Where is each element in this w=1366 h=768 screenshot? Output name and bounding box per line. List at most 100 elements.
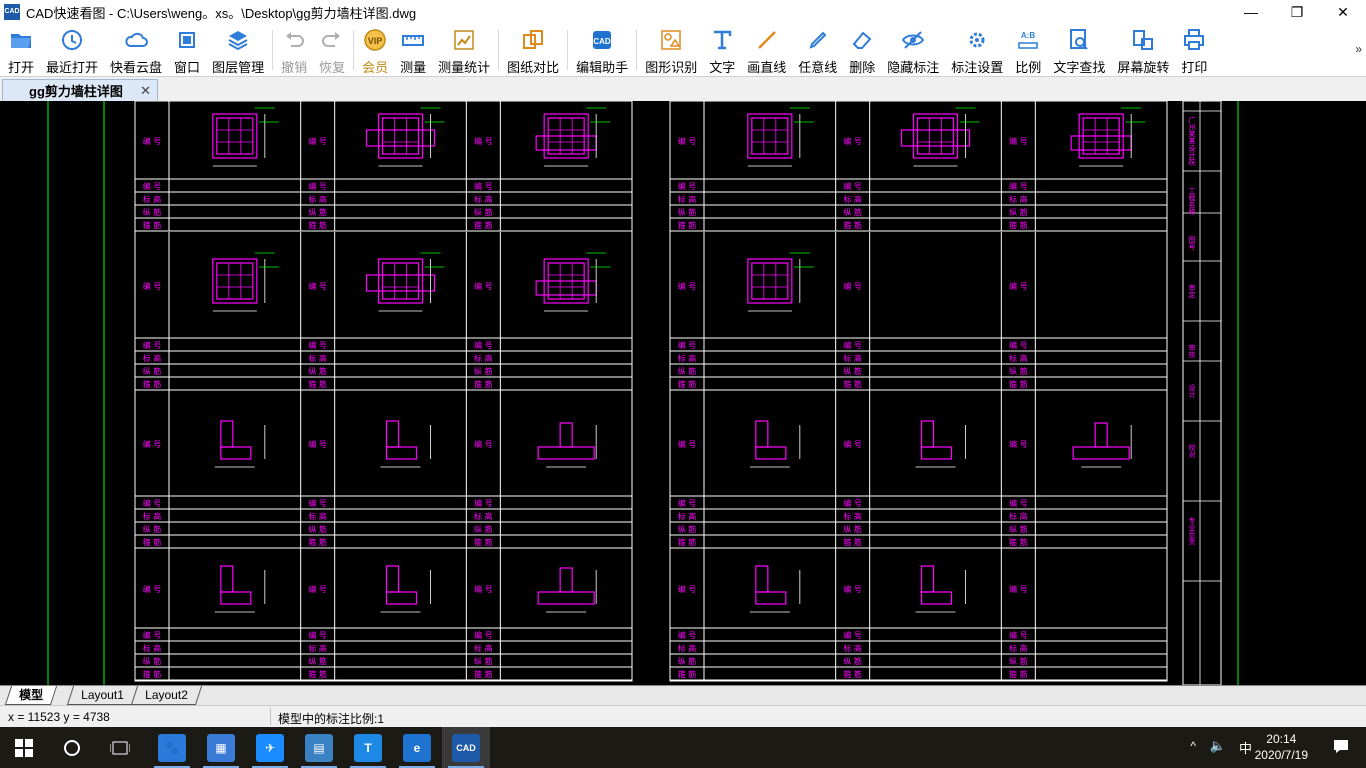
clock-date: 2020/7/19	[1254, 748, 1308, 762]
column-section-drawing	[749, 565, 801, 613]
toolbar-label: 打印	[1181, 60, 1208, 75]
toolbar-button-14[interactable]: 文字	[703, 24, 741, 75]
column-section-drawing	[915, 420, 966, 468]
toolbar-button-2[interactable]: 最近打开	[40, 24, 104, 75]
toolbar-button-20[interactable]: A:B 比例	[1009, 24, 1047, 75]
task-view-button[interactable]	[96, 727, 144, 768]
document-tab[interactable]: gg剪力墙柱详图 ✕	[2, 79, 158, 101]
toolbar-button-5[interactable]: 图层管理	[206, 24, 270, 75]
toolbar-button-17[interactable]: 删除	[843, 24, 881, 75]
cursor-coordinates: x = 11523 y = 4738	[8, 710, 110, 724]
row-header: 标 高	[474, 511, 493, 521]
notification-center-button[interactable]	[1332, 737, 1350, 758]
baidu-netdisk-app-icon: 🐾	[158, 733, 186, 762]
toolbar-button-16[interactable]: 任意线	[792, 24, 843, 75]
toolbar-button-11[interactable]: 图纸对比	[501, 24, 565, 75]
office-assistant-app[interactable]: ▤	[295, 727, 343, 768]
minimize-button[interactable]: —	[1228, 0, 1274, 24]
toolbar-button-9[interactable]: 测量	[394, 24, 432, 75]
document-tab-label: gg剪力墙柱详图	[29, 84, 123, 99]
toolbar-label: 测量	[400, 60, 427, 75]
volume-icon[interactable]: 🔈	[1210, 738, 1226, 754]
toolbar-button-22[interactable]: 屏幕旋转	[1111, 24, 1175, 75]
row-header: 箍 筋	[474, 379, 493, 389]
rebar-outline	[1072, 446, 1130, 460]
edge-browser-app[interactable]: e	[393, 727, 441, 768]
toolbar-button-1[interactable]: 打开	[2, 24, 40, 75]
rebar-outline	[377, 258, 424, 304]
toolbar-separator	[272, 30, 274, 70]
ime-indicator[interactable]: 中	[1239, 738, 1252, 757]
toolbar-button-8[interactable]: VIP 会员	[356, 24, 394, 75]
column-section-drawing	[535, 252, 611, 312]
title-block-text: 图号	[1188, 236, 1196, 251]
status-bar: x = 11523 y = 4738 模型中的标注比例:1	[0, 705, 1366, 727]
rebar-outline	[755, 565, 769, 593]
baidu-netdisk-app[interactable]: 🐾	[148, 727, 196, 768]
shape-recognize-icon	[658, 27, 684, 53]
toolbar-button-13[interactable]: 图形识别	[639, 24, 703, 75]
row-header: 标 高	[308, 643, 327, 653]
row-header: 编 号	[1009, 340, 1028, 350]
tray-chevron-icon[interactable]: ^	[1190, 739, 1196, 753]
computer-manager-app[interactable]: ▦	[197, 727, 245, 768]
toolbar-button-21[interactable]: 文字查找	[1047, 24, 1111, 75]
toolbar-label: 编辑助手	[576, 60, 629, 75]
cad-viewer-app[interactable]: CAD	[442, 727, 490, 768]
clock[interactable]: 20:14 2020/7/19	[1255, 731, 1308, 763]
rebar-outline	[365, 129, 436, 147]
section-label: 编 号	[143, 584, 162, 594]
row-header: 箍 筋	[308, 537, 327, 547]
start-button[interactable]	[0, 727, 48, 768]
toolbar-button-23[interactable]: 打印	[1175, 24, 1213, 75]
text-editor-app[interactable]: T	[344, 727, 392, 768]
rebar-outline	[212, 113, 258, 159]
rebar-outline	[1094, 422, 1108, 448]
toolbar-button-10[interactable]: 测量统计	[432, 24, 496, 75]
tab-model[interactable]: 模型	[4, 686, 58, 705]
computer-manager-app-icon: ▦	[207, 733, 235, 762]
dingtalk-app[interactable]: ✈	[246, 727, 294, 768]
row-header: 编 号	[843, 340, 862, 350]
column-section-drawing	[365, 252, 445, 312]
close-tab-icon[interactable]: ✕	[140, 83, 151, 99]
rebar-outline	[385, 591, 418, 605]
toolbar-label: 图形识别	[645, 60, 698, 75]
search-button[interactable]	[48, 727, 96, 768]
row-header: 标 高	[143, 353, 162, 363]
drawing-canvas[interactable]: 编 号编 号标 高纵 筋箍 筋编 号编 号标 高纵 筋箍 筋编 号编 号标 高纵…	[0, 101, 1366, 685]
toolbar-more-icon[interactable]: »	[1355, 42, 1362, 56]
toolbar-button-19[interactable]: 标注设置	[945, 24, 1009, 75]
row-header: 编 号	[474, 498, 493, 508]
row-header: 纵 筋	[843, 207, 862, 217]
rebar-outline	[559, 422, 573, 448]
row-header: 纵 筋	[308, 656, 327, 666]
rebar-outline	[900, 129, 971, 147]
rebar-outline	[747, 258, 793, 304]
toolbar-label: 打开	[8, 60, 35, 75]
toolbar-button-12[interactable]: CAD 编辑助手	[570, 24, 634, 75]
row-header: 编 号	[143, 498, 162, 508]
toolbar-label: 文字	[709, 60, 736, 75]
toolbar-button-3[interactable]: 快看云盘	[104, 24, 168, 75]
rebar-outline	[751, 262, 789, 300]
tab-layout2[interactable]: Layout2	[130, 686, 202, 705]
toolbar-button-18[interactable]: 隐藏标注	[881, 24, 945, 75]
rebar-outline	[220, 420, 234, 448]
row-header: 箍 筋	[1009, 379, 1028, 389]
rebar-outline	[220, 565, 234, 593]
row-header: 编 号	[843, 181, 862, 191]
toolbar-separator	[636, 30, 638, 70]
tab-layout1[interactable]: Layout1	[66, 686, 138, 705]
close-button[interactable]: ✕	[1320, 0, 1366, 24]
toolbar-button-6[interactable]: 撤销	[275, 24, 313, 75]
toolbar-button-7[interactable]: 恢复	[313, 24, 351, 75]
row-header: 编 号	[843, 498, 862, 508]
row-header: 纵 筋	[1009, 366, 1028, 376]
row-header: 编 号	[308, 630, 327, 640]
row-header: 箍 筋	[843, 669, 862, 679]
restore-button[interactable]: ❐	[1274, 0, 1320, 24]
toolbar-label: 隐藏标注	[887, 60, 940, 75]
toolbar-button-4[interactable]: 窗口	[168, 24, 206, 75]
toolbar-button-15[interactable]: 画直线	[741, 24, 792, 75]
